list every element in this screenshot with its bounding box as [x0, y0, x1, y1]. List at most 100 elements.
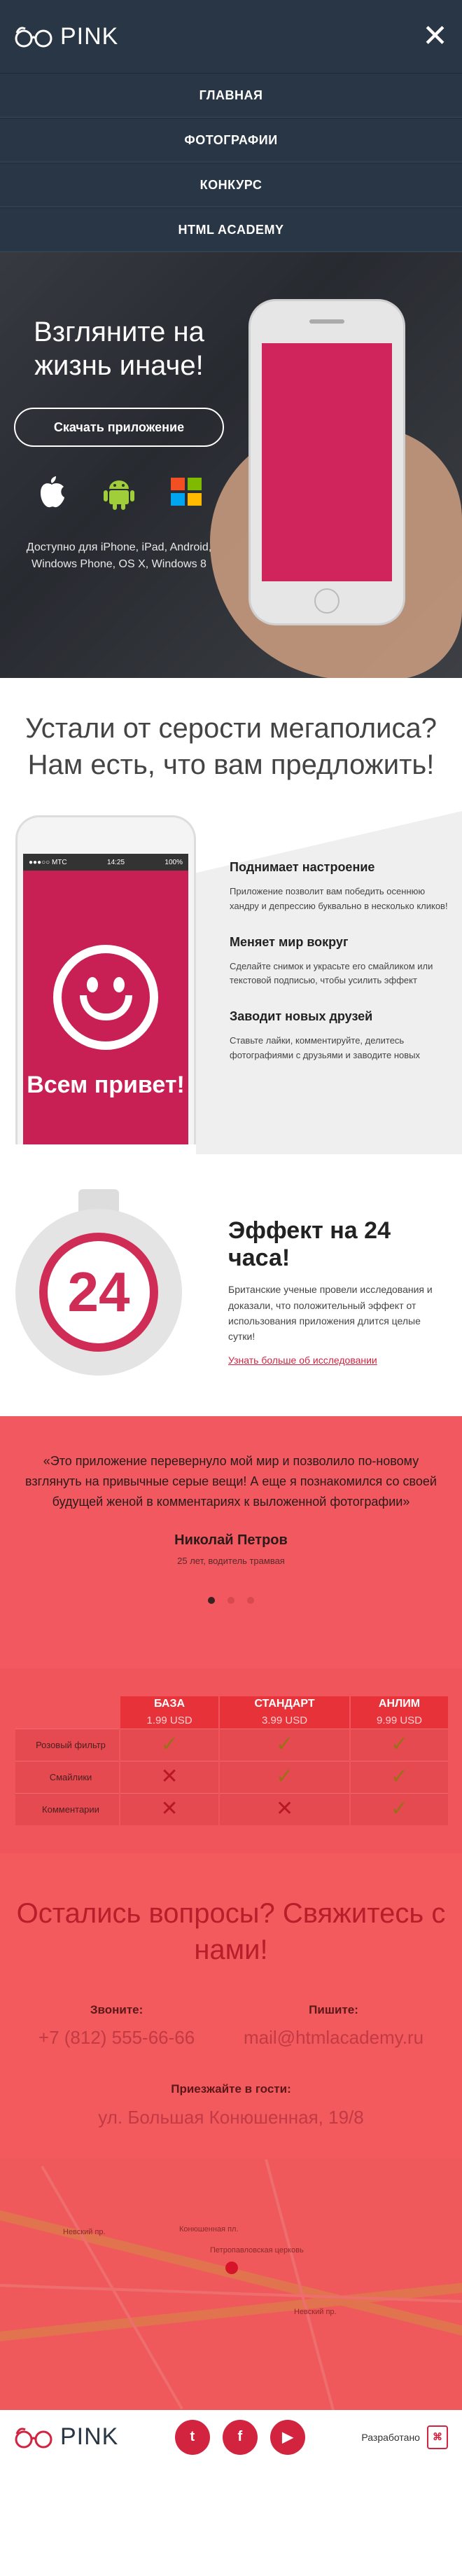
- plan-price: 9.99 USD: [376, 1715, 423, 1727]
- check-icon: ✓: [275, 1765, 294, 1788]
- check-icon: ✓: [275, 1733, 294, 1756]
- phone-home-button: [314, 588, 340, 614]
- feature-item: Поднимает настроение Приложение позволит…: [230, 860, 452, 914]
- social-links: t f ▶: [174, 2419, 305, 2455]
- phone-link[interactable]: +7 (812) 555-66-66: [38, 2027, 195, 2049]
- hero-phone-screen: [262, 343, 392, 581]
- windows-icon[interactable]: [167, 472, 206, 511]
- glasses-logo-icon: [15, 2428, 52, 2449]
- feature-title: Меняет мир вокруг: [230, 934, 349, 949]
- check-icon: ✓: [160, 1733, 178, 1756]
- map-label: Петропавловская церковь: [210, 2245, 304, 2255]
- email-block: Пишите: mail@htmlacademy.ru: [244, 2003, 424, 2049]
- feature-label: Розовый фильтр: [14, 1729, 120, 1761]
- cross-icon: ✕: [160, 1765, 178, 1788]
- nav-item-main[interactable]: ГЛАВНАЯ: [0, 73, 462, 118]
- contact-row: Звоните: +7 (812) 555-66-66 Пишите: mail…: [14, 2003, 448, 2049]
- pricing-cell: ✓: [218, 1761, 351, 1793]
- footer-logo[interactable]: PINK: [14, 2423, 118, 2451]
- map-label: Невский пр.: [63, 2227, 106, 2236]
- pricing-row: Смайлики ✕ ✓ ✓: [14, 1761, 448, 1793]
- feature-item: Заводит новых друзей Ставьте лайки, комм…: [230, 1009, 452, 1063]
- developer-credit[interactable]: Разработано ⌘: [361, 2425, 448, 2449]
- email-link[interactable]: mail@htmlacademy.ru: [244, 2027, 424, 2049]
- android-icon[interactable]: [99, 472, 139, 511]
- youtube-icon[interactable]: ▶: [270, 2419, 305, 2455]
- stopwatch-ring: 24: [39, 1233, 158, 1352]
- plan-header-base: БАЗА 1.99 USD: [118, 1696, 220, 1729]
- slider-dots: [21, 1597, 441, 1605]
- close-menu-button[interactable]: ✕: [422, 21, 448, 52]
- effect-title: Эффект на 24 часа!: [228, 1217, 391, 1272]
- battery-label: 100%: [164, 858, 183, 866]
- slider-dot[interactable]: [227, 1597, 234, 1605]
- facebook-icon[interactable]: f: [222, 2419, 258, 2455]
- nav-item-photos[interactable]: ФОТОГРАФИИ: [0, 118, 462, 162]
- smiley-icon: [53, 945, 158, 1050]
- phone-speaker: [309, 319, 344, 324]
- review-role: 25 лет, водитель трамвая: [177, 1556, 285, 1567]
- feature-text: Сделайте снимок и украсьте его смайликом…: [230, 960, 433, 986]
- cross-icon: ✕: [160, 1797, 178, 1821]
- check-icon: ✓: [390, 1733, 409, 1756]
- site-footer: PINK t f ▶ Разработано ⌘: [0, 2409, 462, 2465]
- hero-title: Взгляните на жизнь иначе!: [34, 317, 204, 381]
- stopwatch-icon: 24: [15, 1189, 182, 1378]
- pricing-cell: ✓: [218, 1729, 351, 1761]
- logo[interactable]: PINK: [14, 23, 118, 50]
- pricing-row: Комментарии ✕ ✕ ✓: [14, 1793, 448, 1825]
- footer-logo-text: PINK: [60, 2423, 119, 2451]
- pricing-cell: ✓: [349, 1729, 448, 1761]
- nav-item-html-academy[interactable]: HTML ACADEMY: [0, 207, 462, 252]
- nav-item-contest[interactable]: КОНКУРС: [0, 162, 462, 207]
- effect-section: 24 Эффект на 24 часа! Британские ученые …: [0, 1154, 462, 1416]
- timer-value: 24: [67, 1261, 130, 1323]
- hero-content: Взгляните на жизнь иначе! Скачать прилож…: [14, 315, 224, 573]
- apple-icon[interactable]: [32, 472, 71, 511]
- slider-dot[interactable]: [208, 1597, 215, 1605]
- plan-header-standard: СТАНДАРТ 3.99 USD: [218, 1696, 351, 1729]
- hero: Взгляните на жизнь иначе! Скачать прилож…: [0, 252, 462, 678]
- stopwatch-body: 24: [15, 1209, 182, 1376]
- research-link[interactable]: Узнать больше об исследовании: [228, 1355, 377, 1366]
- check-icon: ✓: [390, 1765, 409, 1788]
- pricing-corner: [15, 1696, 120, 1729]
- plan-name: БАЗА: [154, 1698, 186, 1710]
- map-pin-icon[interactable]: [225, 2261, 238, 2274]
- plan-name: АНЛИМ: [378, 1698, 421, 1710]
- email-label: Пишите:: [309, 2003, 358, 2016]
- phone-label: Звоните:: [90, 2003, 144, 2016]
- address-label: Приезжайте в гости:: [171, 2082, 291, 2096]
- pricing-section: БАЗА 1.99 USD СТАНДАРТ 3.99 USD АНЛИМ 9.…: [0, 1668, 462, 1853]
- feature-item: Меняет мир вокруг Сделайте снимок и укра…: [230, 935, 452, 989]
- effect-text: Эффект на 24 часа! Британские ученые про…: [228, 1217, 445, 1367]
- feature-label: Смайлики: [14, 1761, 120, 1793]
- platform-icons: [14, 472, 224, 511]
- plan-price: 1.99 USD: [146, 1715, 192, 1727]
- phone-caption: Всем привет!: [27, 1072, 185, 1098]
- hero-phone: [251, 301, 403, 623]
- cross-icon: ✕: [275, 1797, 294, 1821]
- pricing-cell: ✓: [349, 1761, 448, 1793]
- pricing-cell: ✓: [349, 1793, 448, 1825]
- download-app-button[interactable]: Скачать приложение: [14, 408, 224, 447]
- pricing-cell: ✓: [118, 1729, 220, 1761]
- contacts-section: Остались вопросы? Свяжитесь с нами! Звон…: [0, 1853, 462, 2158]
- site-header: PINK ✕: [0, 0, 462, 73]
- main-nav: ГЛАВНАЯ ФОТОГРАФИИ КОНКУРС HTML ACADEMY: [0, 73, 462, 252]
- tagline: Устали от серости мегаполиса? Нам есть, …: [25, 713, 437, 780]
- contacts-title: Остались вопросы? Свяжитесь с нами!: [16, 1898, 446, 1965]
- map[interactable]: Невский пр. Невский пр. Конюшенная пл. П…: [0, 2157, 462, 2410]
- feature-text: Ставьте лайки, комментируйте, делитесь ф…: [230, 1035, 420, 1060]
- platforms-note: Доступно для iPhone, iPad, Android, Wind…: [26, 541, 212, 570]
- time-label: 14:25: [107, 858, 125, 866]
- phone-block: Звоните: +7 (812) 555-66-66: [38, 2003, 195, 2049]
- twitter-icon[interactable]: t: [174, 2419, 210, 2455]
- review-section: «Это приложение перевернуло мой мир и по…: [0, 1416, 462, 1668]
- page: PINK ✕ ГЛАВНАЯ ФОТОГРАФИИ КОНКУРС HTML A…: [0, 0, 462, 2465]
- map-label: Конюшенная пл.: [179, 2224, 239, 2234]
- carrier-label: ●●●○○ MTC: [29, 858, 67, 866]
- features-phone: ●●●○○ MTC 14:25 100% Всем привет!: [15, 815, 196, 1144]
- map-label: Невский пр.: [294, 2307, 337, 2316]
- slider-dot[interactable]: [247, 1597, 254, 1605]
